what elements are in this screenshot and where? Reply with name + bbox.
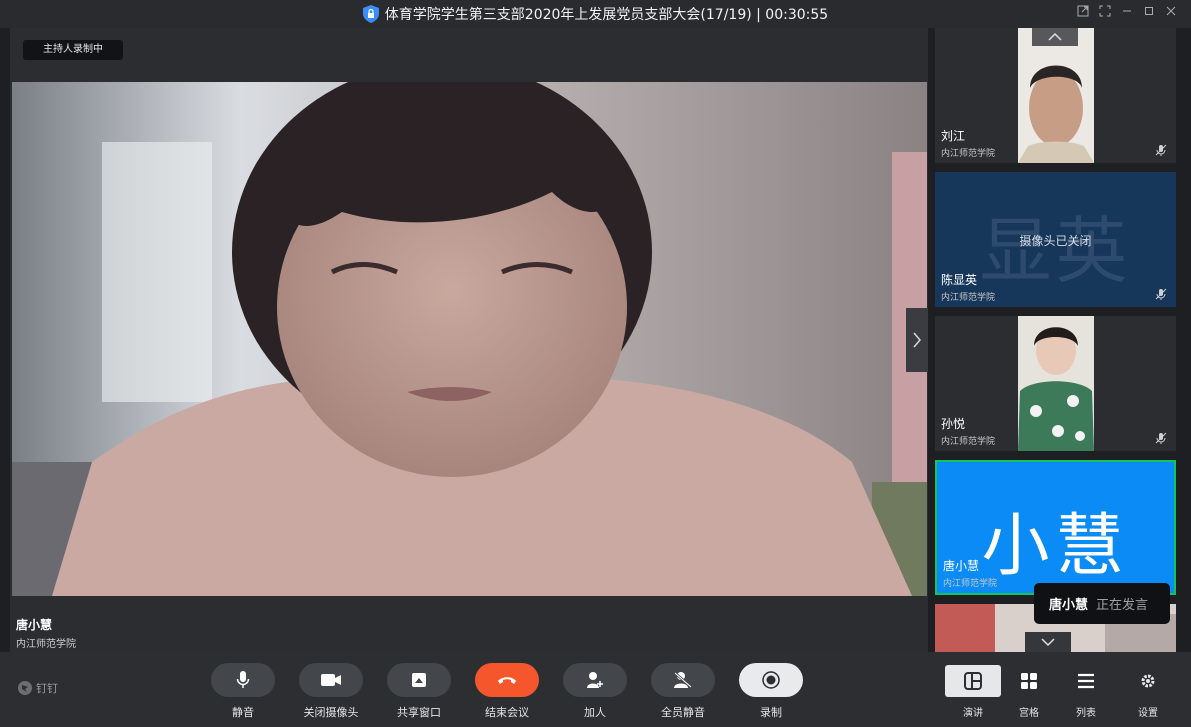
settings-button[interactable]: 设置 <box>1120 665 1176 727</box>
brand-name: 钉钉 <box>36 682 58 695</box>
participant-tile[interactable]: 刘江 内江师范学院 <box>935 28 1176 163</box>
participant-org: 内江师范学院 <box>943 579 998 589</box>
mic-muted-icon <box>1155 432 1167 444</box>
record-button[interactable]: 录制 <box>739 663 803 723</box>
participant-avatar-text: 小慧 <box>981 507 1130 586</box>
camera-off-button[interactable]: 关闭摄像头 <box>299 663 363 723</box>
scroll-down-button[interactable] <box>1025 632 1071 652</box>
gear-icon <box>1141 674 1155 688</box>
brand: 钉钉 <box>18 680 58 696</box>
record-label: 录制 <box>760 706 782 719</box>
video-camera-icon <box>321 674 341 686</box>
add-person-button-pill[interactable] <box>563 663 627 697</box>
participant-org: 内江师范学院 <box>941 293 996 303</box>
participant-org: 内江师范学院 <box>941 437 996 447</box>
title-bar: 体育学院学生第三支部2020年上发展党员支部大会(17/19) | 00:30:… <box>0 0 1191 28</box>
end-meeting-button-pill[interactable] <box>475 663 539 697</box>
main-speaker-name: 唐小慧 <box>16 618 53 632</box>
participant-panel: 刘江 内江师范学院 显英 摄像头已关闭 陈显英 内江师范学院 孙悦 内江师范学院 <box>928 28 1191 652</box>
participant-tile-active[interactable]: 小慧 唐小慧 内江师范学院 <box>935 460 1176 595</box>
share-window-button-pill[interactable] <box>387 663 451 697</box>
minimize-icon[interactable] <box>1118 5 1136 23</box>
speaker-view-label: 演讲 <box>963 708 983 719</box>
fullscreen-icon[interactable] <box>1096 5 1114 23</box>
participant-name: 陈显英 <box>941 273 978 287</box>
speaker-view-button[interactable]: 演讲 <box>945 665 1001 727</box>
meeting-toolbar: 钉钉 静音 关闭摄像头 共享窗口 结束会议 加人 全员静音 录制 演讲 宫格 列… <box>0 652 1191 727</box>
main-video-frame <box>12 82 927 596</box>
main-speaker-org: 内江师范学院 <box>16 639 76 650</box>
speaking-status: 正在发言 <box>1096 598 1149 613</box>
chevron-down-icon <box>1041 638 1055 647</box>
participant-video <box>1018 28 1094 163</box>
record-icon <box>762 671 780 689</box>
list-view-button[interactable]: 列表 <box>1058 665 1114 727</box>
mute-button-pill[interactable] <box>211 663 275 697</box>
recording-badge: 主持人录制中 <box>23 40 123 60</box>
speaking-indicator: 唐小慧 正在发言 <box>1034 583 1170 624</box>
participant-name: 孙悦 <box>941 417 966 431</box>
mute-all-button[interactable]: 全员静音 <box>651 663 715 723</box>
next-page-arrow[interactable] <box>906 308 928 372</box>
speaking-name: 唐小慧 <box>1049 598 1089 613</box>
speaker-view-toggle[interactable] <box>945 665 1001 697</box>
share-window-button[interactable]: 共享窗口 <box>387 663 451 723</box>
list-layout-icon <box>1078 673 1094 689</box>
mic-muted-icon <box>1155 144 1167 156</box>
title-group: 体育学院学生第三支部2020年上发展党员支部大会(17/19) | 00:30:… <box>0 0 1191 28</box>
list-view-toggle[interactable] <box>1058 665 1114 697</box>
shield-lock-icon <box>362 5 379 23</box>
speaker-layout-icon <box>964 672 982 690</box>
window-title: 体育学院学生第三支部2020年上发展党员支部大会(17/19) | 00:30:… <box>384 7 829 23</box>
camera-off-text: 摄像头已关闭 <box>1019 234 1092 248</box>
participant-name: 唐小慧 <box>943 559 980 573</box>
participant-video <box>1018 316 1094 451</box>
settings-label: 设置 <box>1138 708 1158 719</box>
close-icon[interactable] <box>1162 5 1180 23</box>
share-screen-icon <box>412 673 426 687</box>
mic-muted-icon <box>1155 288 1167 300</box>
mute-all-button-pill[interactable] <box>651 663 715 697</box>
end-meeting-button[interactable]: 结束会议 <box>475 663 539 723</box>
dingtalk-logo-icon <box>18 681 32 695</box>
settings-toggle[interactable] <box>1120 665 1176 697</box>
gallery-view-button[interactable]: 宫格 <box>1001 665 1057 727</box>
gallery-view-label: 宫格 <box>1019 708 1039 719</box>
main-video <box>12 82 927 596</box>
mute-all-icon <box>674 672 692 688</box>
record-button-pill[interactable] <box>739 663 803 697</box>
mute-button[interactable]: 静音 <box>211 663 275 723</box>
camera-off-button-pill[interactable] <box>299 663 363 697</box>
participant-org: 内江师范学院 <box>941 149 996 159</box>
list-view-label: 列表 <box>1076 708 1096 719</box>
participant-name: 刘江 <box>941 129 966 143</box>
hang-up-icon <box>498 677 516 684</box>
maximize-icon[interactable] <box>1140 5 1158 23</box>
participant-tile[interactable]: 显英 摄像头已关闭 陈显英 内江师范学院 <box>935 172 1176 307</box>
add-person-button[interactable]: 加人 <box>563 663 627 723</box>
main-stage: 主持人录制中 唐小慧 内江师范学院 <box>10 28 928 652</box>
gallery-view-toggle[interactable] <box>1001 665 1057 697</box>
chevron-right-icon <box>913 332 921 348</box>
grid-layout-icon <box>1021 673 1037 689</box>
pop-out-icon[interactable] <box>1074 5 1092 23</box>
add-person-icon <box>587 672 603 688</box>
chevron-up-icon <box>1048 32 1062 41</box>
microphone-icon <box>236 671 250 688</box>
participant-tile[interactable]: 孙悦 内江师范学院 <box>935 316 1176 451</box>
scroll-up-button[interactable] <box>1032 28 1078 46</box>
